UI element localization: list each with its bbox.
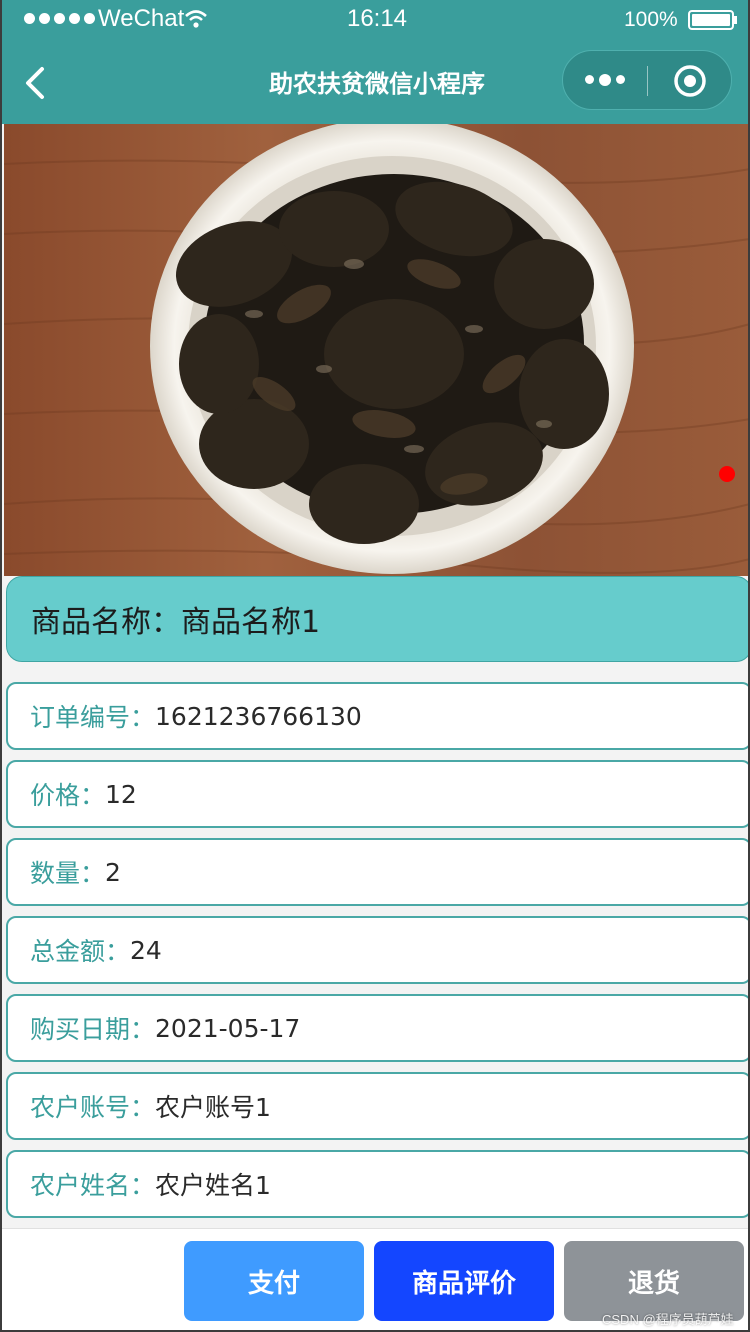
field-value: 24 (130, 935, 162, 965)
quantity-row: 数量： 2 (6, 838, 748, 906)
price-row: 价格： 12 (6, 760, 748, 828)
field-value: 12 (105, 779, 137, 809)
close-target-icon[interactable] (673, 64, 707, 98)
order-number-row: 订单编号： 1621236766130 (6, 682, 748, 750)
battery-percent: 100% (624, 8, 678, 31)
field-label: 数量： (30, 859, 106, 888)
product-name-value: 商品名称1 (181, 605, 321, 640)
field-value: 农户姓名1 (155, 1171, 271, 1200)
order-details-list: 订单编号： 1621236766130 价格： 12 数量： 2 总金额： 24… (6, 682, 748, 1228)
field-label: 订单编号： (30, 703, 156, 732)
farmer-name-row: 农户姓名： 农户姓名1 (6, 1150, 748, 1218)
purchase-date-row: 购买日期： 2021-05-17 (6, 994, 748, 1062)
watermark: CSDN @程序员葫芦娃 (602, 1312, 734, 1327)
field-label: 总金额： (30, 937, 131, 966)
product-name-label: 商品名称： (31, 605, 181, 640)
navigation-bar: 助农扶贫微信小程序 (2, 40, 748, 124)
phone-frame: WeChat 16:14 100% 助农扶贫微信小程序 商品名称： 商品名称1 … (0, 0, 750, 1332)
mini-program-capsule (562, 50, 732, 110)
capsule-divider (647, 66, 648, 96)
review-product-button[interactable]: 商品评价 (374, 1241, 554, 1321)
field-label: 农户姓名： (30, 1171, 156, 1200)
field-value: 农户账号1 (155, 1093, 271, 1122)
more-dots-icon[interactable] (585, 73, 625, 86)
carousel-indicator-dot[interactable] (719, 466, 735, 482)
battery-icon (688, 10, 737, 30)
field-value: 2021-05-17 (155, 1013, 301, 1043)
product-image-carousel[interactable] (4, 124, 748, 576)
field-label: 价格： (30, 781, 106, 810)
field-label: 农户账号： (30, 1093, 156, 1122)
product-image (4, 124, 748, 576)
total-amount-row: 总金额： 24 (6, 916, 748, 984)
field-label: 购买日期： (30, 1015, 156, 1044)
status-bar: WeChat 16:14 100% (2, 0, 748, 40)
field-value: 2 (105, 857, 121, 887)
field-value: 1621236766130 (155, 701, 362, 731)
farmer-account-row: 农户账号： 农户账号1 (6, 1072, 748, 1140)
pay-button[interactable]: 支付 (184, 1241, 364, 1321)
product-name-card: 商品名称： 商品名称1 (6, 576, 748, 662)
